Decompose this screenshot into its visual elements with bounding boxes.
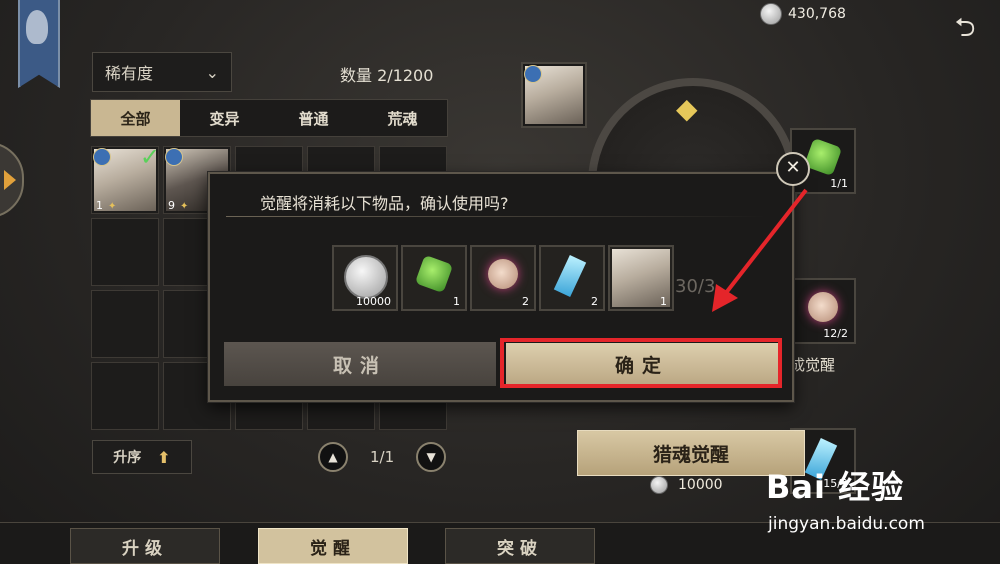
cost-item: 1 <box>608 245 674 311</box>
divider <box>226 216 766 217</box>
tab-upgrade[interactable]: 升级 <box>70 528 220 564</box>
star-icon: ✦ <box>180 201 189 212</box>
page-indicator: 1/1 <box>370 448 395 466</box>
tab-mutant[interactable]: 变异 <box>180 100 269 136</box>
hero-slot[interactable] <box>521 62 587 128</box>
guild-banner[interactable] <box>18 0 60 88</box>
cost-item: 2 <box>470 245 536 311</box>
dialog-message: 觉醒将消耗以下物品，确认使用吗? <box>260 194 509 213</box>
awaken-hint-text: 成觉醒 <box>790 356 836 374</box>
cost-count: 2 <box>591 295 598 308</box>
inventory-slot[interactable] <box>91 218 159 286</box>
checkmark-icon: ✓ <box>139 143 160 171</box>
category-tabs: 全部 变异 普通 荒魂 <box>90 99 448 137</box>
cancel-button[interactable]: 取消 <box>224 342 496 386</box>
tab-all[interactable]: 全部 <box>91 100 180 136</box>
pager: ▲ 1/1 ▼ <box>318 442 447 472</box>
cost-item: 2 <box>539 245 605 311</box>
back-arrow-icon[interactable]: ⮌ <box>950 14 980 42</box>
diamond-icon: ◆ <box>676 92 698 125</box>
watermark-logo: Bai 经验 <box>766 468 905 506</box>
sort-label: 稀有度 <box>105 64 154 83</box>
tab-wild-soul[interactable]: 荒魂 <box>358 100 447 136</box>
blue-crystal-icon <box>553 254 587 298</box>
hunt-cost-amount: 10000 <box>678 477 723 493</box>
material-count: 12/2 <box>823 327 848 340</box>
faction-badge-icon <box>524 65 542 83</box>
tab-awaken[interactable]: 觉醒 <box>258 528 408 564</box>
tab-normal[interactable]: 普通 <box>269 100 358 136</box>
cost-item: 1 <box>401 245 467 311</box>
page-prev-button[interactable]: ▲ <box>318 442 348 472</box>
cost-count: 1 <box>453 295 460 308</box>
pink-stone-icon <box>488 259 518 289</box>
silver-coin-icon <box>344 255 388 299</box>
sort-order-label: 升序 <box>113 450 142 466</box>
cost-count: 1 <box>660 295 667 308</box>
watermark-url: jingyan.baidu.com <box>768 514 925 534</box>
cost-count: 10000 <box>356 295 391 308</box>
material-count: 1/1 <box>830 177 848 190</box>
emblem-icon <box>26 10 48 44</box>
green-gem-icon <box>414 254 454 294</box>
cost-items: 10000 1 2 2 1 <box>332 245 674 311</box>
highlight-box <box>500 338 782 388</box>
star-icon: ✦ <box>108 201 117 212</box>
annotation-arrow <box>712 188 808 312</box>
silver-coin-icon <box>650 476 668 494</box>
quantity-label: 数量 2/1200 <box>340 66 434 85</box>
chevron-down-icon: ⌄ <box>205 62 219 82</box>
sort-order-button[interactable]: 升序 ⬆ <box>92 440 192 474</box>
tab-breakthrough[interactable]: 突破 <box>445 528 595 564</box>
inventory-slot[interactable]: 1 ✦ ✓ <box>91 143 160 214</box>
hunt-cost: 10000 <box>650 476 723 494</box>
cost-item: 10000 <box>332 245 398 311</box>
slot-level: 9 <box>168 199 175 212</box>
faction-badge-icon <box>93 148 111 166</box>
currency-display: 430,768 <box>760 3 846 25</box>
page-next-button[interactable]: ▼ <box>416 442 447 472</box>
inventory-slot[interactable] <box>91 290 159 358</box>
cost-count: 2 <box>522 295 529 308</box>
silver-coin-icon <box>760 3 782 25</box>
slot-level: 1 <box>96 199 103 212</box>
sort-dropdown[interactable]: 稀有度 ⌄ <box>92 52 232 92</box>
inventory-slot[interactable] <box>91 362 159 430</box>
faction-badge-icon <box>165 148 183 166</box>
arrow-up-icon: ⬆ <box>157 447 171 467</box>
currency-amount: 430,768 <box>788 6 846 22</box>
arrow-right-icon <box>4 170 16 190</box>
